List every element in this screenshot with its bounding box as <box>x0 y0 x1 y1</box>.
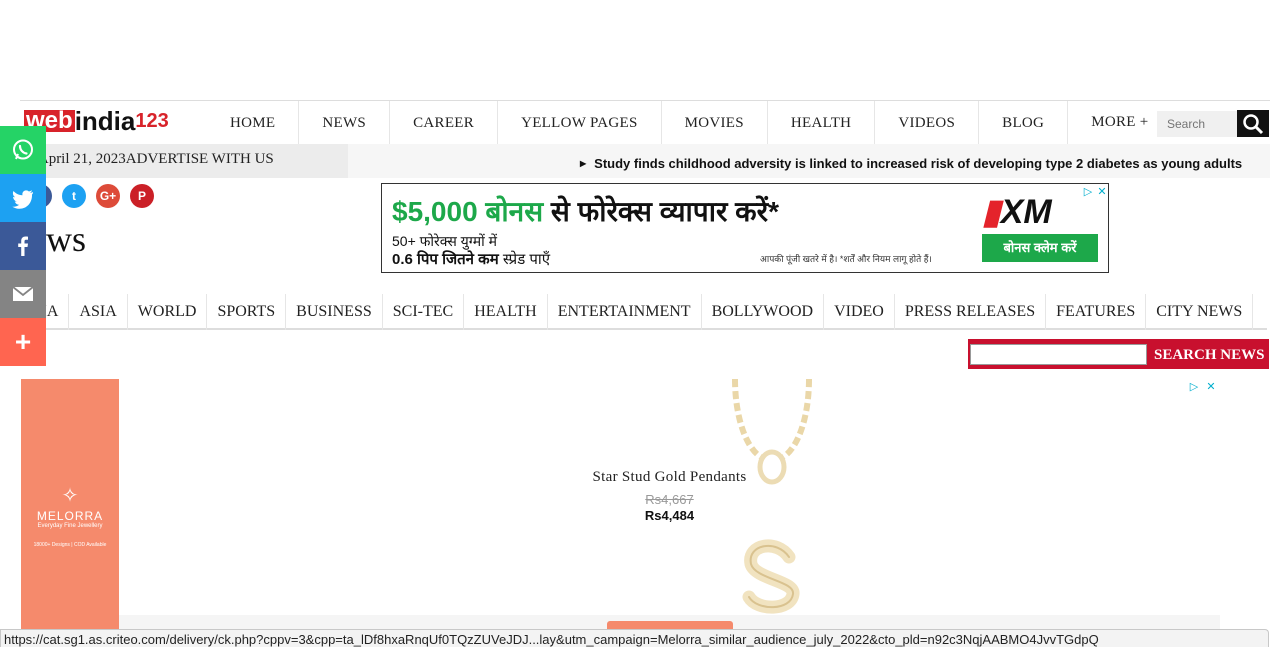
pinterest-follow-icon[interactable]: P <box>130 184 154 208</box>
ad-close-icon[interactable]: ✕ <box>1095 185 1109 199</box>
section-navigation: DIA ASIA WORLD SPORTS BUSINESS SCI-TEC H… <box>20 294 1267 330</box>
ticker-arrow-icon: ▶ <box>580 159 587 168</box>
share-email-button[interactable] <box>0 270 46 318</box>
claim-bonus-button[interactable]: बोनस क्लेम करें <box>982 234 1098 262</box>
top-navigation: HOME NEWS CAREER YELLOW PAGES MOVIES HEA… <box>20 100 1270 145</box>
ad-disclaimer: आपकी पूंजी खतरे में है। *शर्तें और नियम … <box>760 254 932 264</box>
news-search-box: SEARCH NEWS <box>968 339 1269 369</box>
more-icon: + <box>14 326 32 357</box>
product-card[interactable]: Star Stud Gold Pendants Rs4,667 Rs4,484 <box>119 379 1220 615</box>
ad-headline: $5,000 बोनस से फोरेक्स व्यापार करें* <box>392 192 779 230</box>
googleplus-follow-icon[interactable]: G+ <box>96 184 120 208</box>
ticker-headline[interactable]: Study finds childhood adversity is linke… <box>594 156 1242 171</box>
nav-videos[interactable]: VIDEOS <box>875 101 980 145</box>
top-nav-items: HOME NEWS CAREER YELLOW PAGES MOVIES HEA… <box>207 101 1172 145</box>
product-old-price: Rs4,667 <box>645 492 694 507</box>
section-press-releases[interactable]: PRESS RELEASES <box>895 294 1047 330</box>
search-icon <box>1243 114 1264 135</box>
section-bollywood[interactable]: BOLLYWOOD <box>702 294 825 330</box>
section-nav-items: DIA ASIA WORLD SPORTS BUSINESS SCI-TEC H… <box>20 294 1267 330</box>
section-video[interactable]: VIDEO <box>824 294 895 330</box>
section-sci-tec[interactable]: SCI-TEC <box>383 294 465 330</box>
logo-number: 123 <box>135 110 169 132</box>
ad-line-spread: 0.6 पिप जितने कम स्प्रेड पाएँ <box>392 249 550 269</box>
site-search-button[interactable] <box>1237 110 1269 137</box>
jewellery-ad[interactable]: ✧ MELORRA Everyday Fine Jewellery 18000+… <box>21 379 1220 647</box>
share-twitter-button[interactable] <box>0 174 46 222</box>
social-follow-icons: f t G+ P <box>28 184 154 208</box>
date-line: ay, April 21, 2023ADVERTISE WITH US <box>18 151 274 168</box>
section-asia[interactable]: ASIA <box>69 294 128 330</box>
section-city-news[interactable]: CITY NEWS <box>1146 294 1254 330</box>
melorra-brand-name: MELORRA <box>36 509 104 523</box>
product-title: Star Stud Gold Pendants <box>592 469 747 485</box>
site-search-input[interactable] <box>1157 111 1237 137</box>
ad-spread-rest: स्प्रेड पाएँ <box>498 251 551 268</box>
nav-news[interactable]: NEWS <box>299 101 391 145</box>
nav-career[interactable]: CAREER <box>390 101 499 145</box>
search-news-button[interactable]: SEARCH NEWS <box>1154 339 1264 369</box>
nav-home[interactable]: HOME <box>207 101 300 145</box>
ad-close-icon[interactable]: ✕ <box>1204 380 1218 394</box>
news-search-input[interactable] <box>970 344 1147 365</box>
forex-banner-ad[interactable]: $5,000 बोनस से फोरेक्स व्यापार करें* 50+… <box>381 183 1109 273</box>
nav-yellow-pages[interactable]: YELLOW PAGES <box>498 101 662 145</box>
twitter-icon <box>12 190 34 209</box>
advertise-link[interactable]: ADVERTISE WITH US <box>126 151 274 167</box>
nav-blog[interactable]: BLOG <box>979 101 1069 145</box>
facebook-icon <box>18 236 28 256</box>
browser-status-url: https://cat.sg1.as.criteo.com/delivery/c… <box>0 629 1269 647</box>
section-sports[interactable]: SPORTS <box>207 294 287 330</box>
section-entertainment[interactable]: ENTERTAINMENT <box>548 294 702 330</box>
email-icon <box>12 286 34 301</box>
section-business[interactable]: BUSINESS <box>286 294 383 330</box>
ad-bonus-amount: $5,000 बोनस <box>392 196 544 227</box>
share-facebook-button[interactable] <box>0 222 46 270</box>
product-price: Rs4,484 <box>644 508 695 523</box>
melorra-stats: 18000+ Designs | COD Available <box>33 542 107 548</box>
melorra-brand-panel[interactable]: ✧ MELORRA Everyday Fine Jewellery 18000+… <box>21 379 119 647</box>
xm-logo-text: XM <box>1000 193 1052 231</box>
news-ticker[interactable]: ▶ Study finds childhood adversity is link… <box>580 156 1242 171</box>
nav-health[interactable]: HEALTH <box>768 101 876 145</box>
twitter-follow-icon[interactable]: t <box>62 184 86 208</box>
section-features[interactable]: FEATURES <box>1046 294 1147 330</box>
logo-india: india <box>74 106 136 136</box>
xm-logo: ▮XM <box>982 192 1052 232</box>
section-world[interactable]: WORLD <box>128 294 208 330</box>
ad-spread-bold: 0.6 पिप जितने कम <box>392 251 499 268</box>
melorra-star-icon: ✧ <box>61 485 79 507</box>
share-more-button[interactable]: + <box>0 318 46 366</box>
whatsapp-icon <box>13 139 33 160</box>
ad-headline-rest: से फोरेक्स व्यापार करें* <box>543 196 780 227</box>
melorra-tagline: Everyday Fine Jewellery <box>37 523 103 529</box>
adchoices-icon[interactable]: ▷ <box>1187 380 1201 394</box>
adchoices-icon[interactable]: ▷ <box>1081 185 1095 199</box>
nav-movies[interactable]: MOVIES <box>662 101 768 145</box>
share-whatsapp-button[interactable] <box>0 126 46 174</box>
xm-mark-icon: ▮ <box>982 193 1001 231</box>
section-health[interactable]: HEALTH <box>464 294 548 330</box>
